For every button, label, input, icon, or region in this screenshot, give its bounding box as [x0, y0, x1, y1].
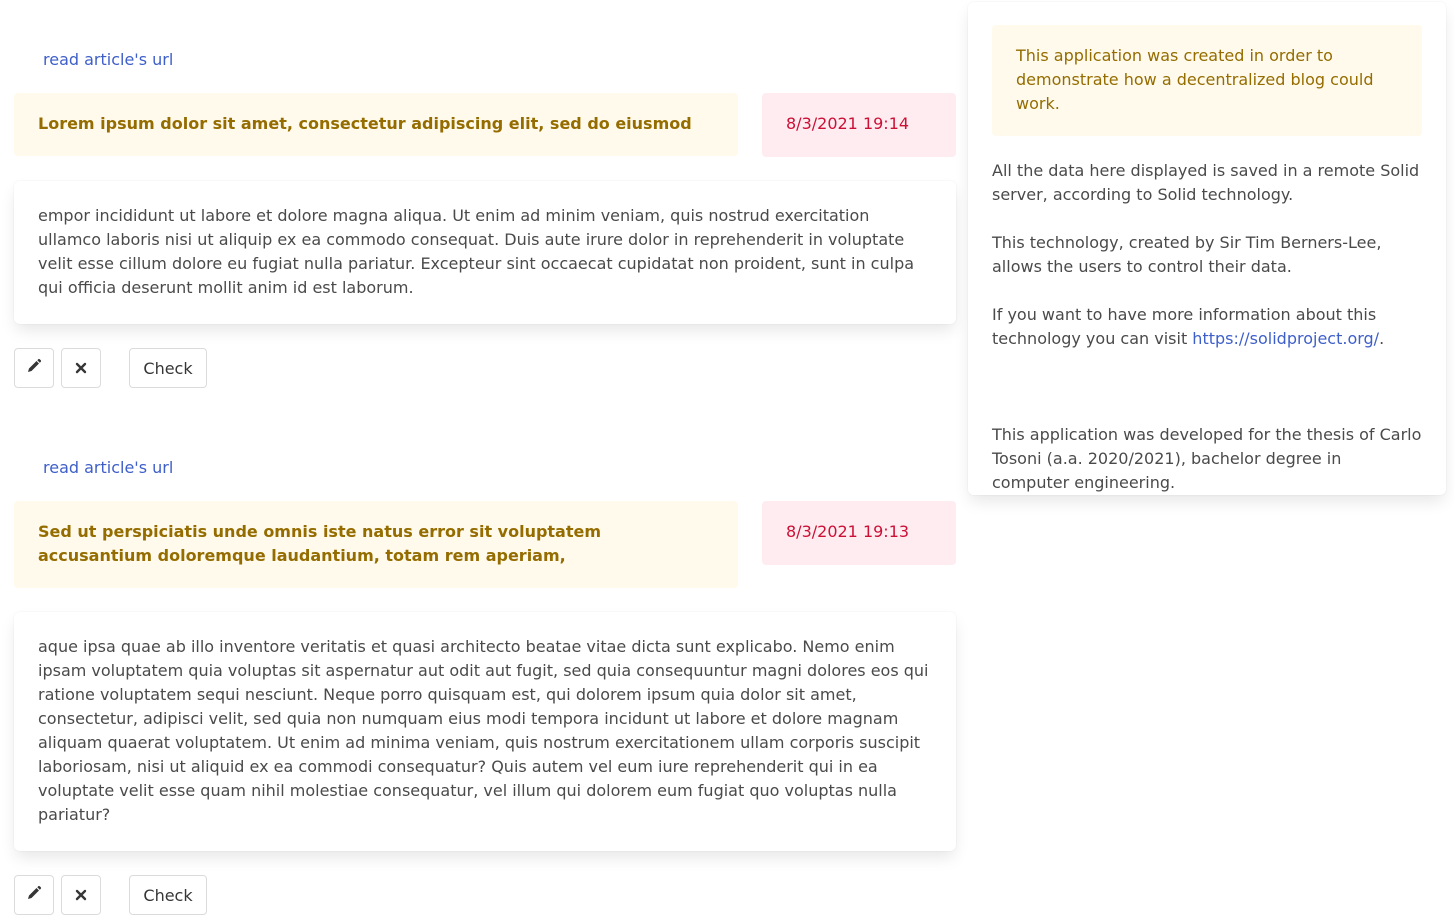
article-body: aque ipsa quae ab illo inventore veritat…: [14, 612, 956, 851]
article-card: read article's url Lorem ipsum dolor sit…: [14, 0, 956, 388]
info-sidebar: This application was created in order to…: [968, 2, 1446, 495]
edit-button[interactable]: [14, 348, 54, 388]
check-button[interactable]: Check: [129, 348, 207, 388]
info-text: .: [1379, 329, 1385, 348]
close-icon: [75, 886, 87, 905]
article-date: 8/3/2021 19:14: [762, 93, 956, 157]
article-actions: Check: [14, 875, 956, 915]
info-paragraph: If you want to have more information abo…: [992, 303, 1422, 351]
info-paragraph: All the data here displayed is saved in …: [992, 161, 1420, 204]
delete-button[interactable]: [61, 348, 101, 388]
pencil-icon: [26, 885, 42, 905]
article-body: empor incididunt ut labore et dolore mag…: [14, 181, 956, 324]
article-title: Lorem ipsum dolor sit amet, consectetur …: [14, 93, 738, 156]
edit-button[interactable]: [14, 875, 54, 915]
check-button[interactable]: Check: [129, 875, 207, 915]
info-paragraph: This technology, created by Sir Tim Bern…: [992, 233, 1382, 276]
thesis-paragraph: This application was developed for the t…: [992, 425, 1422, 492]
article-card: read article's url Sed ut perspiciatis u…: [14, 408, 956, 915]
articles-column: read article's url Lorem ipsum dolor sit…: [14, 0, 956, 915]
close-icon: [75, 359, 87, 378]
article-date: 8/3/2021 19:13: [762, 501, 956, 565]
article-url-link[interactable]: read article's url: [43, 48, 173, 72]
article-title: Sed ut perspiciatis unde omnis iste natu…: [14, 501, 738, 588]
app-notice: This application was created in order to…: [992, 25, 1422, 136]
solid-project-link[interactable]: https://solidproject.org/: [1192, 329, 1379, 348]
delete-button[interactable]: [61, 875, 101, 915]
pencil-icon: [26, 358, 42, 378]
article-url-link[interactable]: read article's url: [43, 456, 173, 480]
article-actions: Check: [14, 348, 956, 388]
